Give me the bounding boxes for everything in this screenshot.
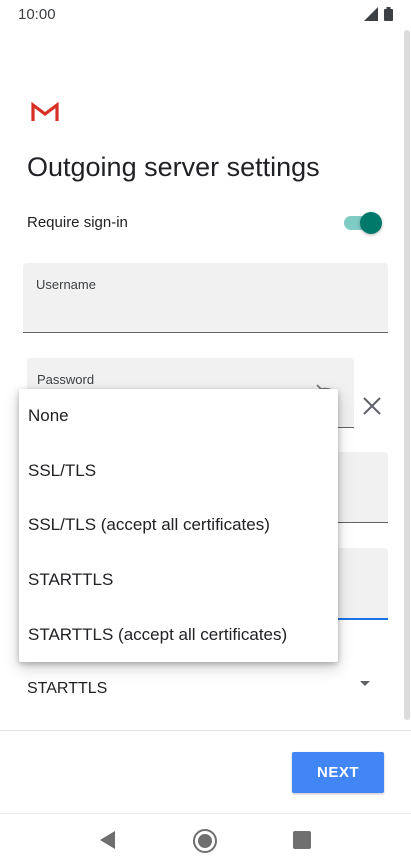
- security-type-value[interactable]: STARTTLS: [27, 680, 107, 698]
- menu-option-starttls-accept-all[interactable]: STARTTLS (accept all certificates): [19, 608, 338, 662]
- dropdown-arrow-icon[interactable]: [358, 678, 372, 688]
- username-label: Username: [36, 277, 96, 292]
- battery-icon: [384, 7, 393, 21]
- next-button[interactable]: NEXT: [292, 752, 384, 793]
- require-signin-label: Require sign-in: [27, 214, 128, 231]
- require-signin-toggle[interactable]: [342, 212, 382, 234]
- menu-option-starttls[interactable]: STARTTLS: [19, 553, 338, 607]
- scrollbar[interactable]: [404, 30, 410, 720]
- status-icons: [364, 7, 393, 21]
- close-icon[interactable]: [360, 394, 384, 418]
- menu-option-ssl-tls-accept-all[interactable]: SSL/TLS (accept all certificates): [19, 498, 338, 552]
- username-field[interactable]: Username: [23, 263, 388, 333]
- security-options-menu: None SSL/TLS SSL/TLS (accept all certifi…: [19, 389, 338, 662]
- menu-option-none[interactable]: None: [19, 389, 338, 443]
- page-title: Outgoing server settings: [27, 152, 320, 182]
- password-label: Password: [37, 372, 95, 387]
- footer-divider: [0, 730, 411, 731]
- back-icon[interactable]: [98, 830, 118, 850]
- nav-divider: [0, 813, 411, 814]
- toggle-thumb: [360, 212, 382, 234]
- recents-icon[interactable]: [293, 831, 311, 849]
- menu-option-ssl-tls[interactable]: SSL/TLS: [19, 444, 338, 498]
- gmail-logo: [31, 102, 59, 121]
- status-time: 10:00: [18, 6, 56, 23]
- signal-icon: [364, 7, 378, 21]
- home-icon[interactable]: [192, 828, 218, 854]
